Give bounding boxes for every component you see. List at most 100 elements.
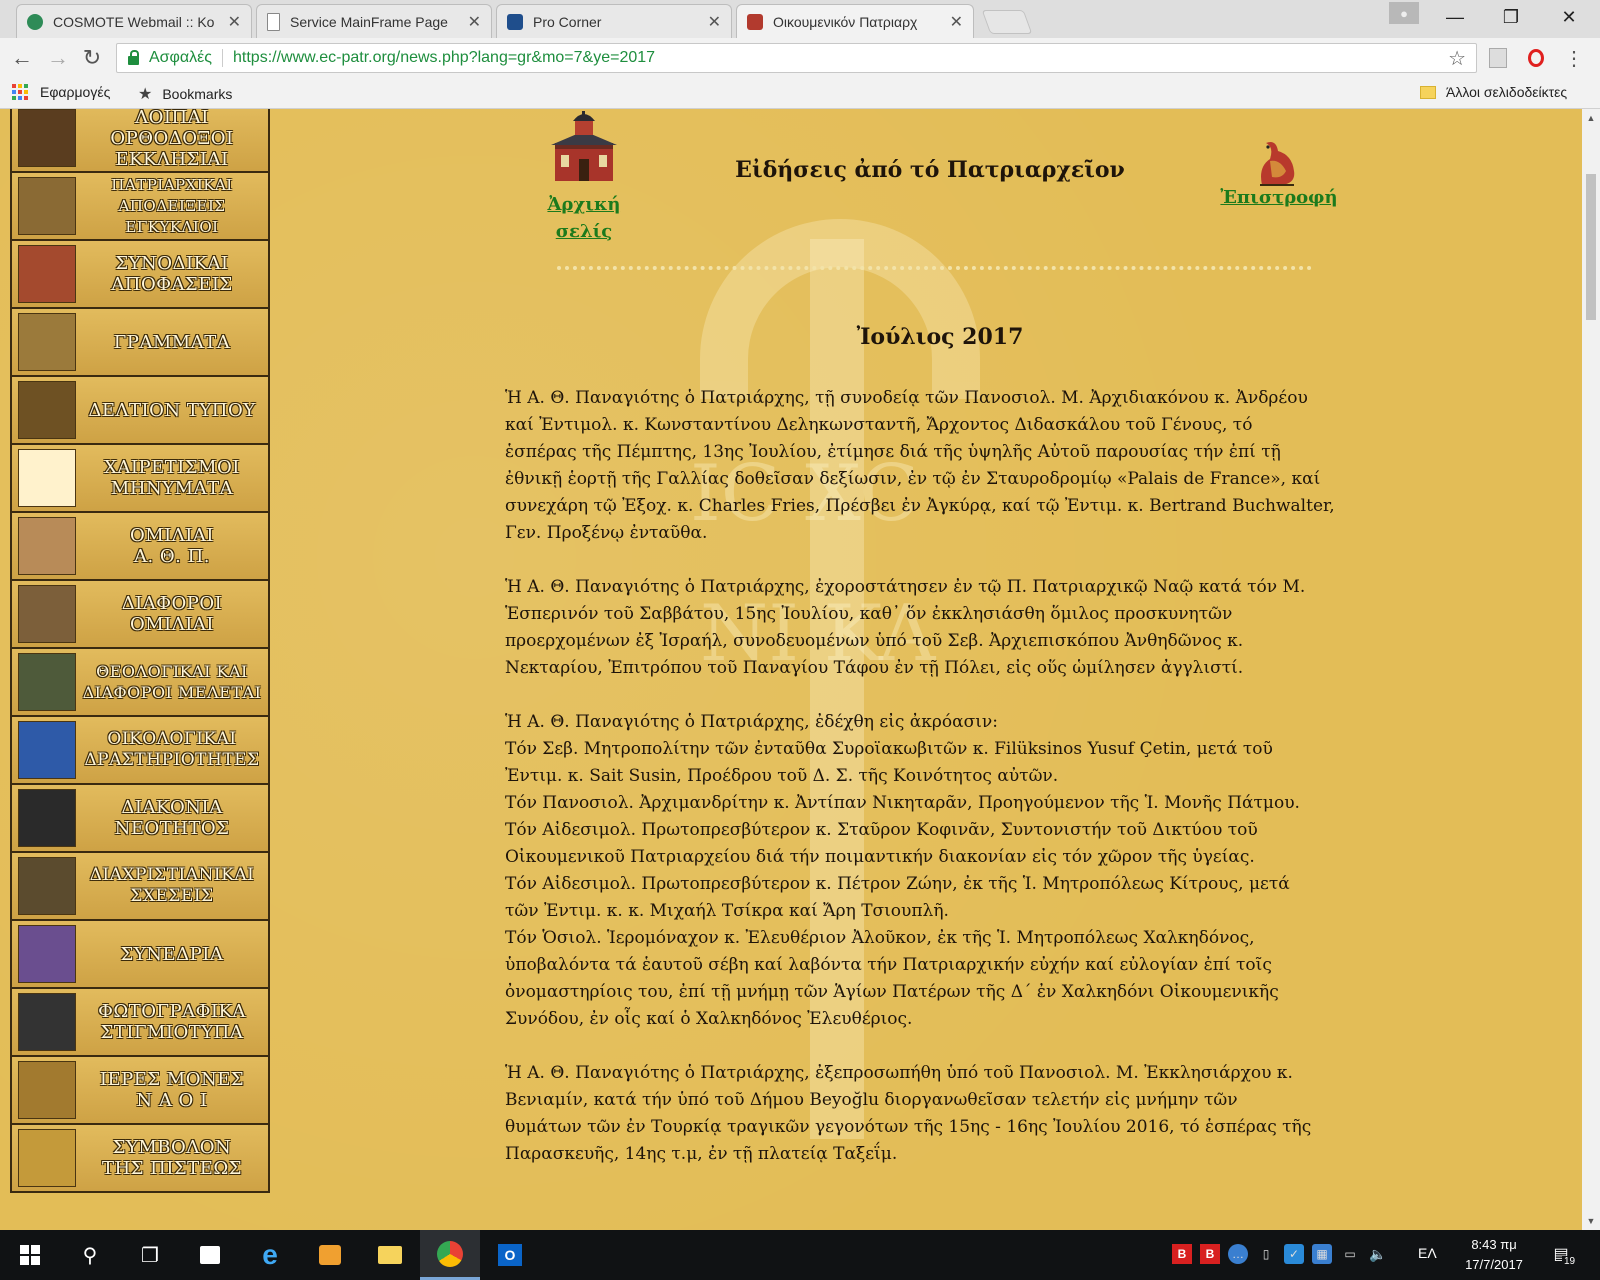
menu-item-press-release[interactable]: ΔΕΛΤΙΟΝ ΤΥΠΟΥ	[12, 375, 268, 443]
book-thumbnail-icon	[18, 177, 76, 235]
opera-extension-icon[interactable]	[1524, 46, 1548, 70]
menu-item-label: ΣΥΜΒΟΛΟΝ ΤΗΣ ΠΙΣΤΕΩΣ	[102, 1137, 242, 1179]
tab-title: COSMOTE Webmail :: Κο	[53, 13, 215, 30]
scroll-thumbnail-icon	[18, 313, 76, 371]
url-text[interactable]: https://www.ec-patr.org/news.php?lang=gr…	[233, 49, 655, 67]
church-logo-icon[interactable]	[549, 111, 619, 183]
internet-explorer-icon[interactable]: e	[240, 1230, 300, 1280]
secure-label: Ασφαλές	[149, 49, 213, 66]
volume-icon[interactable]: 🔈	[1368, 1244, 1388, 1264]
tray-network-app-icon[interactable]: ▦	[1312, 1244, 1332, 1264]
menu-item-photo-snapshots[interactable]: ΦΩΤΟΓΡΑΦΙΚΑ ΣΤΙΓΜΙΟΤΥΠΑ	[12, 987, 268, 1055]
forward-arrow-icon[interactable]: →	[44, 44, 72, 72]
menu-item-homilies-patriarch[interactable]: ΟΜΙΛΙΑΙ Α. Θ. Π.	[12, 511, 268, 579]
tray-shield-icon[interactable]: ✓	[1284, 1244, 1304, 1264]
menu-item-monasteries-churches[interactable]: ΙΕΡΕΣ ΜΟΝΕΣ Ν Α Ο Ι	[12, 1055, 268, 1123]
menu-item-youth-ministry[interactable]: ΔΙΑΚΟΝΙΑ ΝΕΟΤΗΤΟΣ	[12, 783, 268, 851]
new-tab-button[interactable]	[981, 10, 1033, 34]
language-indicator[interactable]: ΕΛ	[1418, 1245, 1437, 1261]
home-page-link[interactable]: Ἀρχική σελίς	[540, 191, 628, 245]
media-player-icon[interactable]	[300, 1230, 360, 1280]
news-line: τῶν Ἐντιμ. κ. κ. Μιχαήλ Τσίκρα καί Ἄρη Τ…	[505, 901, 949, 921]
news-line: προερχομένων ἐξ Ἰσραήλ, συνοδευομένων ὑπ…	[505, 631, 1244, 651]
close-icon[interactable]: ✕	[950, 12, 963, 32]
home-link-line2: σελίς	[555, 221, 613, 242]
menu-item-letters[interactable]: ΓΡΑΜΜΑΤΑ	[12, 307, 268, 375]
tab-pro-corner[interactable]: Pro Corner ✕	[496, 4, 732, 38]
menu-item-inter-christian-relations[interactable]: ΔΙΑΧΡΙΣΤΙΑΝΙΚΑΙ ΣΧΕΣΕΙΣ	[12, 851, 268, 919]
dotted-divider	[557, 266, 1312, 270]
tab-cosmote-webmail[interactable]: COSMOTE Webmail :: Κο ✕	[16, 4, 252, 38]
lock-icon	[128, 50, 139, 65]
tray-app-b2-icon[interactable]: B	[1200, 1244, 1220, 1264]
menu-item-theological-studies[interactable]: ΘΕΟΛΟΓΙΚΑΙ ΚΑΙ ΔΙΑΦΟΡΟΙ ΜΕΛΕΤΑΙ	[12, 647, 268, 715]
menu-item-synodal-decisions[interactable]: ΣΥΝΟΔΙΚΑΙ ΑΠΟΦΑΣΕΙΣ	[12, 239, 268, 307]
saint-thumbnail-icon	[18, 517, 76, 575]
profile-icon[interactable]: ●	[1389, 2, 1419, 24]
chrome-icon[interactable]	[420, 1230, 480, 1280]
start-windows-icon[interactable]	[0, 1230, 60, 1280]
news-paragraph: Ἡ Α. Θ. Παναγιότης ὁ Πατριάρχης, ἐξεπροσ…	[505, 1060, 1375, 1168]
month-heading: Ἰούλιος 2017	[856, 324, 1024, 350]
menu-item-conferences[interactable]: ΣΥΝΕΔΡΙΑ	[12, 919, 268, 987]
saint-thumbnail-icon	[18, 585, 76, 643]
left-menu: ΛΟΙΠΑΙ ΟΡΘΟΔΟΞΟΙ ΕΚΚΛΗΣΙΑΙ ΠΑΤΡΙΑΡΧΙΚΑΙ …	[10, 109, 270, 1193]
tray-chat-icon[interactable]: …	[1228, 1244, 1248, 1264]
outlook-icon[interactable]: O	[480, 1230, 540, 1280]
news-paragraph: Ἡ Α. Θ. Παναγιότης ὁ Πατριάρχης, ἐχοροστ…	[505, 574, 1375, 682]
address-bar[interactable]: Ασφαλές https://www.ec-patr.org/news.php…	[116, 43, 1477, 73]
scrollbar-thumb[interactable]	[1586, 174, 1596, 320]
bookmark-apps[interactable]: Εφαρμογές	[12, 84, 110, 100]
file-explorer-icon[interactable]	[360, 1230, 420, 1280]
cosmote-favicon-icon	[27, 13, 43, 30]
menu-item-various-homilies[interactable]: ΔΙΑΦΟΡΟΙ ΟΜΙΛΙΑΙ	[12, 579, 268, 647]
reload-icon[interactable]: ↻	[78, 44, 106, 72]
tab-service-mainframe[interactable]: Service MainFrame Page ✕	[256, 4, 492, 38]
bookmark-other[interactable]: Άλλοι σελιδοδείκτες	[1420, 84, 1567, 100]
restore-icon[interactable]: ❐	[1488, 0, 1534, 34]
photo-thumbnail-icon	[18, 993, 76, 1051]
menu-item-ecological-activities[interactable]: ΟΙΚΟΛΟΓΙΚΑΙ ΔΡΑΣΤΗΡΙΟΤΗΤΕΣ	[12, 715, 268, 783]
web-page: IC XC NI KA ΛΟΙΠΑΙ ΟΡΘΟΔΟΞΟΙ ΕΚΚΛΗΣΙΑΙ Π…	[0, 109, 1582, 1230]
scroll-up-icon[interactable]: ▲	[1582, 113, 1600, 123]
pdf-extension-icon[interactable]	[1486, 46, 1510, 70]
back-link[interactable]: Ἐπιστροφή	[1214, 187, 1344, 208]
close-window-icon[interactable]: ✕	[1546, 0, 1592, 34]
tray-app-b-icon[interactable]: B	[1172, 1244, 1192, 1264]
tray-usb-icon[interactable]: ▯	[1256, 1244, 1276, 1264]
news-line: Τόν Αἰδεσιμολ. Πρωτοπρεσβύτερον κ. Σταῦρ…	[505, 820, 1258, 840]
bookmarks-bar: Εφαρμογές ★ Bookmarks Άλλοι σελιδοδείκτε…	[0, 78, 1600, 109]
menu-item-greetings-messages[interactable]: ΧΑΙΡΕΤΙΣΜΟΙ ΜΗΝΥΜΑΤΑ	[12, 443, 268, 511]
browser-toolbar: ← → ↻ Ασφαλές https://www.ec-patr.org/ne…	[0, 38, 1600, 78]
menu-item-creed[interactable]: ΣΥΜΒΟΛΟΝ ΤΗΣ ΠΙΣΤΕΩΣ	[12, 1123, 268, 1191]
star-icon: ★	[138, 86, 153, 103]
menu-item-patriarchal-encyclicals[interactable]: ΠΑΤΡΙΑΡΧΙΚΑΙ ΑΠΟΔΕΙΞΕΙΣ ΕΓΚΥΚΛΙΟΙ	[12, 171, 268, 239]
windows-taskbar: ⚲ ❐ e O B B … ▯ ✓ ▦ ▭ 🔈 ΕΛ 8:43 πμ 17/7/…	[0, 1230, 1600, 1280]
news-line: Συνόδου, ἐν οἷς καί ὁ Χαλκηδόνος Ἐλευθέρ…	[505, 1009, 913, 1029]
menu-dots-icon[interactable]: ⋮	[1562, 46, 1586, 70]
tab-strip: COSMOTE Webmail :: Κο ✕ Service MainFram…	[0, 0, 1600, 38]
bird-emblem-icon[interactable]	[1252, 137, 1300, 189]
network-icon[interactable]: ▭	[1340, 1244, 1360, 1264]
close-icon[interactable]: ✕	[228, 12, 241, 32]
back-arrow-icon[interactable]: ←	[8, 44, 36, 72]
news-line: συνεχάρη τῷ Ἐξοχ. κ. Charles Fries, Πρέσ…	[505, 496, 1335, 516]
clock[interactable]: 8:43 πμ 17/7/2017	[1454, 1235, 1534, 1275]
task-view-icon[interactable]: ❐	[120, 1230, 180, 1280]
vertical-scrollbar[interactable]: ▲ ▼	[1582, 109, 1600, 1230]
menu-item-label: ΘΕΟΛΟΓΙΚΑΙ ΚΑΙ ΔΙΑΦΟΡΟΙ ΜΕΛΕΤΑΙ	[82, 662, 262, 702]
close-icon[interactable]: ✕	[708, 12, 721, 32]
tab-title: Service MainFrame Page	[290, 13, 448, 30]
bookmark-bookmarks[interactable]: ★ Bookmarks	[138, 84, 232, 104]
scroll-down-icon[interactable]: ▼	[1582, 1216, 1600, 1226]
bookmark-star-icon[interactable]: ☆	[1448, 46, 1466, 71]
close-icon[interactable]: ✕	[468, 12, 481, 32]
news-line: Γεν. Προξένῳ ἐνταῦθα.	[505, 523, 708, 543]
tab-ecumenical-patriarchate[interactable]: Οικουμενικόν Πατριαρχ ✕	[736, 4, 974, 38]
menu-item-other-orthodox-churches[interactable]: ΛΟΙΠΑΙ ΟΡΘΟΔΟΞΟΙ ΕΚΚΛΗΣΙΑΙ	[12, 109, 268, 171]
news-line: Οἰκουμενικοῦ Πατριαρχείου διά τήν ποιμαν…	[505, 847, 1255, 867]
minimize-icon[interactable]: —	[1432, 0, 1478, 34]
bookmark-label: Εφαρμογές	[40, 84, 111, 100]
search-icon[interactable]: ⚲	[60, 1230, 120, 1280]
store-icon[interactable]	[180, 1230, 240, 1280]
